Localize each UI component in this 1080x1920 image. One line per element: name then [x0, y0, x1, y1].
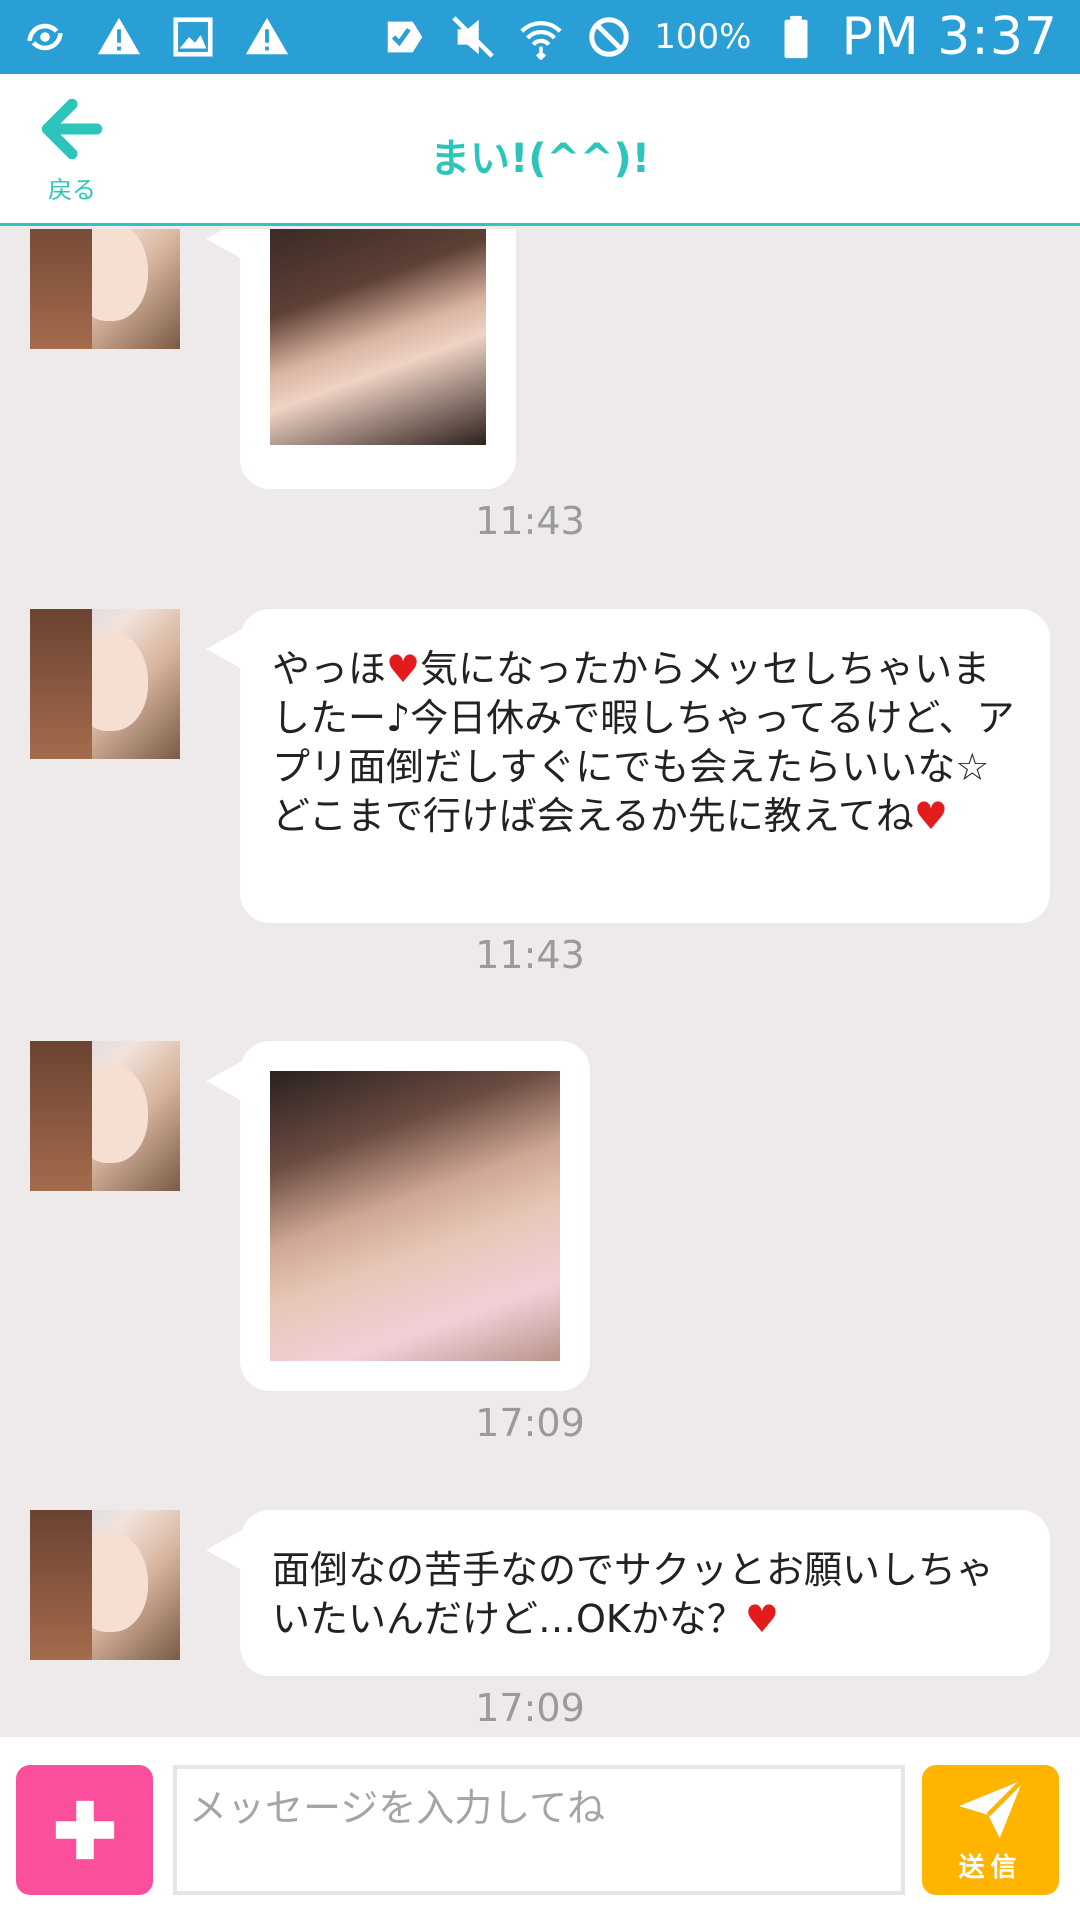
image-bubble[interactable] [206, 1041, 590, 1391]
send-label: 送信 [958, 1852, 1023, 1883]
send-button[interactable]: 送信 [922, 1765, 1059, 1895]
message-timestamp: 11:43 [475, 933, 585, 977]
paper-plane-icon [958, 1777, 1025, 1838]
avatar[interactable] [30, 609, 180, 759]
do-not-disturb-icon [586, 14, 632, 60]
chat-header: 戻る まい!(^^)! [0, 74, 1080, 226]
warning-icon [96, 14, 142, 60]
message-photo[interactable] [270, 229, 486, 445]
message-photo[interactable] [270, 1071, 560, 1361]
message-timestamp: 17:09 [475, 1686, 585, 1730]
message-text: 面倒なの苦手なのでサクッとお願いしちゃいたいんだけど…OKかな？♥ [272, 1548, 995, 1641]
image-bubble[interactable] [206, 229, 516, 489]
heart-icon: ♥ [913, 794, 948, 838]
battery-icon [773, 14, 819, 60]
image-icon [170, 14, 216, 60]
heart-icon: ♥ [744, 1597, 779, 1641]
add-attachment-button[interactable] [16, 1765, 153, 1895]
wifi-icon [518, 14, 564, 60]
page-title: まい!(^^)! [429, 136, 651, 182]
message-input-bar: 送信 [0, 1737, 1080, 1920]
checkbox-icon [382, 14, 428, 60]
avatar[interactable] [30, 1041, 180, 1191]
sync-icon [22, 14, 68, 60]
plus-icon [55, 1800, 114, 1860]
mute-icon [450, 14, 496, 60]
heart-icon: ♥ [386, 647, 421, 691]
text-bubble[interactable]: 面倒なの苦手なのでサクッとお願いしちゃいたいんだけど…OKかな？♥ [206, 1510, 1050, 1676]
message-list[interactable]: 11:43 やっほ♥気になったからメッセしちゃいましたー♪今日休みで暇しちゃって… [0, 229, 1080, 1737]
clock: PM 3:37 [841, 7, 1058, 67]
avatar[interactable] [30, 229, 180, 349]
text-bubble[interactable]: やっほ♥気になったからメッセしちゃいましたー♪今日休みで暇しちゃってるけど、アプ… [206, 609, 1050, 923]
avatar[interactable] [30, 1510, 180, 1660]
message-timestamp: 17:09 [475, 1401, 585, 1445]
message-input[interactable] [173, 1765, 905, 1895]
message-timestamp: 11:43 [475, 499, 585, 543]
battery-percent: 100% [654, 17, 752, 57]
message-text: やっほ♥気になったからメッセしちゃいましたー♪今日休みで暇しちゃってるけど、アプ… [272, 647, 1015, 838]
warning-icon [244, 14, 290, 60]
status-bar: 100% PM 3:37 [0, 0, 1080, 74]
